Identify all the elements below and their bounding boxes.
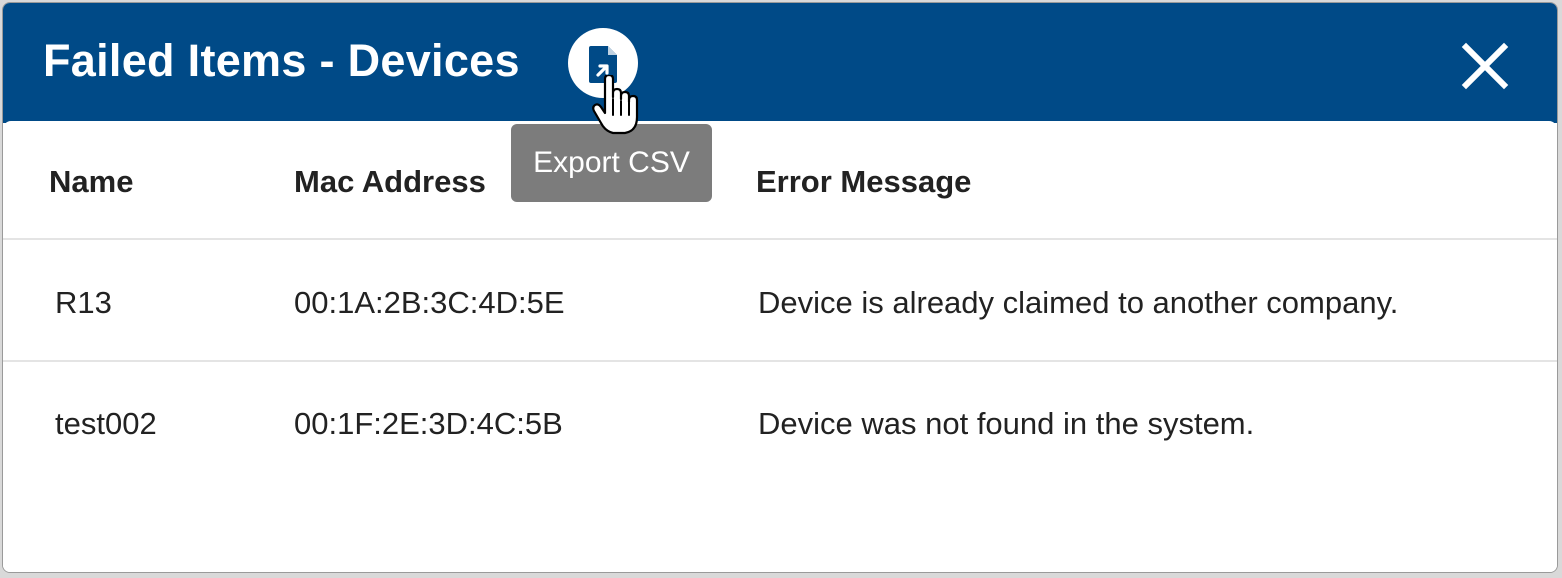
cell-name: test002: [55, 406, 157, 441]
failed-items-dialog: Failed Items - Devices Name Mac Address …: [2, 2, 1558, 573]
header-divider: [3, 238, 1557, 240]
column-header-error-message: Error Message: [756, 164, 972, 199]
dialog-title: Failed Items - Devices: [43, 35, 520, 86]
cell-mac-address: 00:1A:2B:3C:4D:5E: [294, 285, 565, 320]
row-divider: [3, 360, 1557, 362]
cell-mac-address: 00:1F:2E:3D:4C:5B: [294, 406, 563, 441]
close-icon: [1461, 42, 1509, 90]
file-export-icon: [589, 46, 617, 83]
export-csv-tooltip: Export CSV: [511, 124, 712, 202]
export-csv-button[interactable]: [568, 28, 638, 98]
cell-error-message: Device was not found in the system.: [758, 406, 1255, 441]
column-header-name: Name: [49, 164, 134, 199]
column-header-mac-address: Mac Address: [294, 164, 486, 199]
cell-name: R13: [55, 285, 112, 320]
close-button[interactable]: [1458, 39, 1512, 93]
cell-error-message: Device is already claimed to another com…: [758, 285, 1399, 320]
dialog-header: Failed Items - Devices: [3, 3, 1557, 123]
